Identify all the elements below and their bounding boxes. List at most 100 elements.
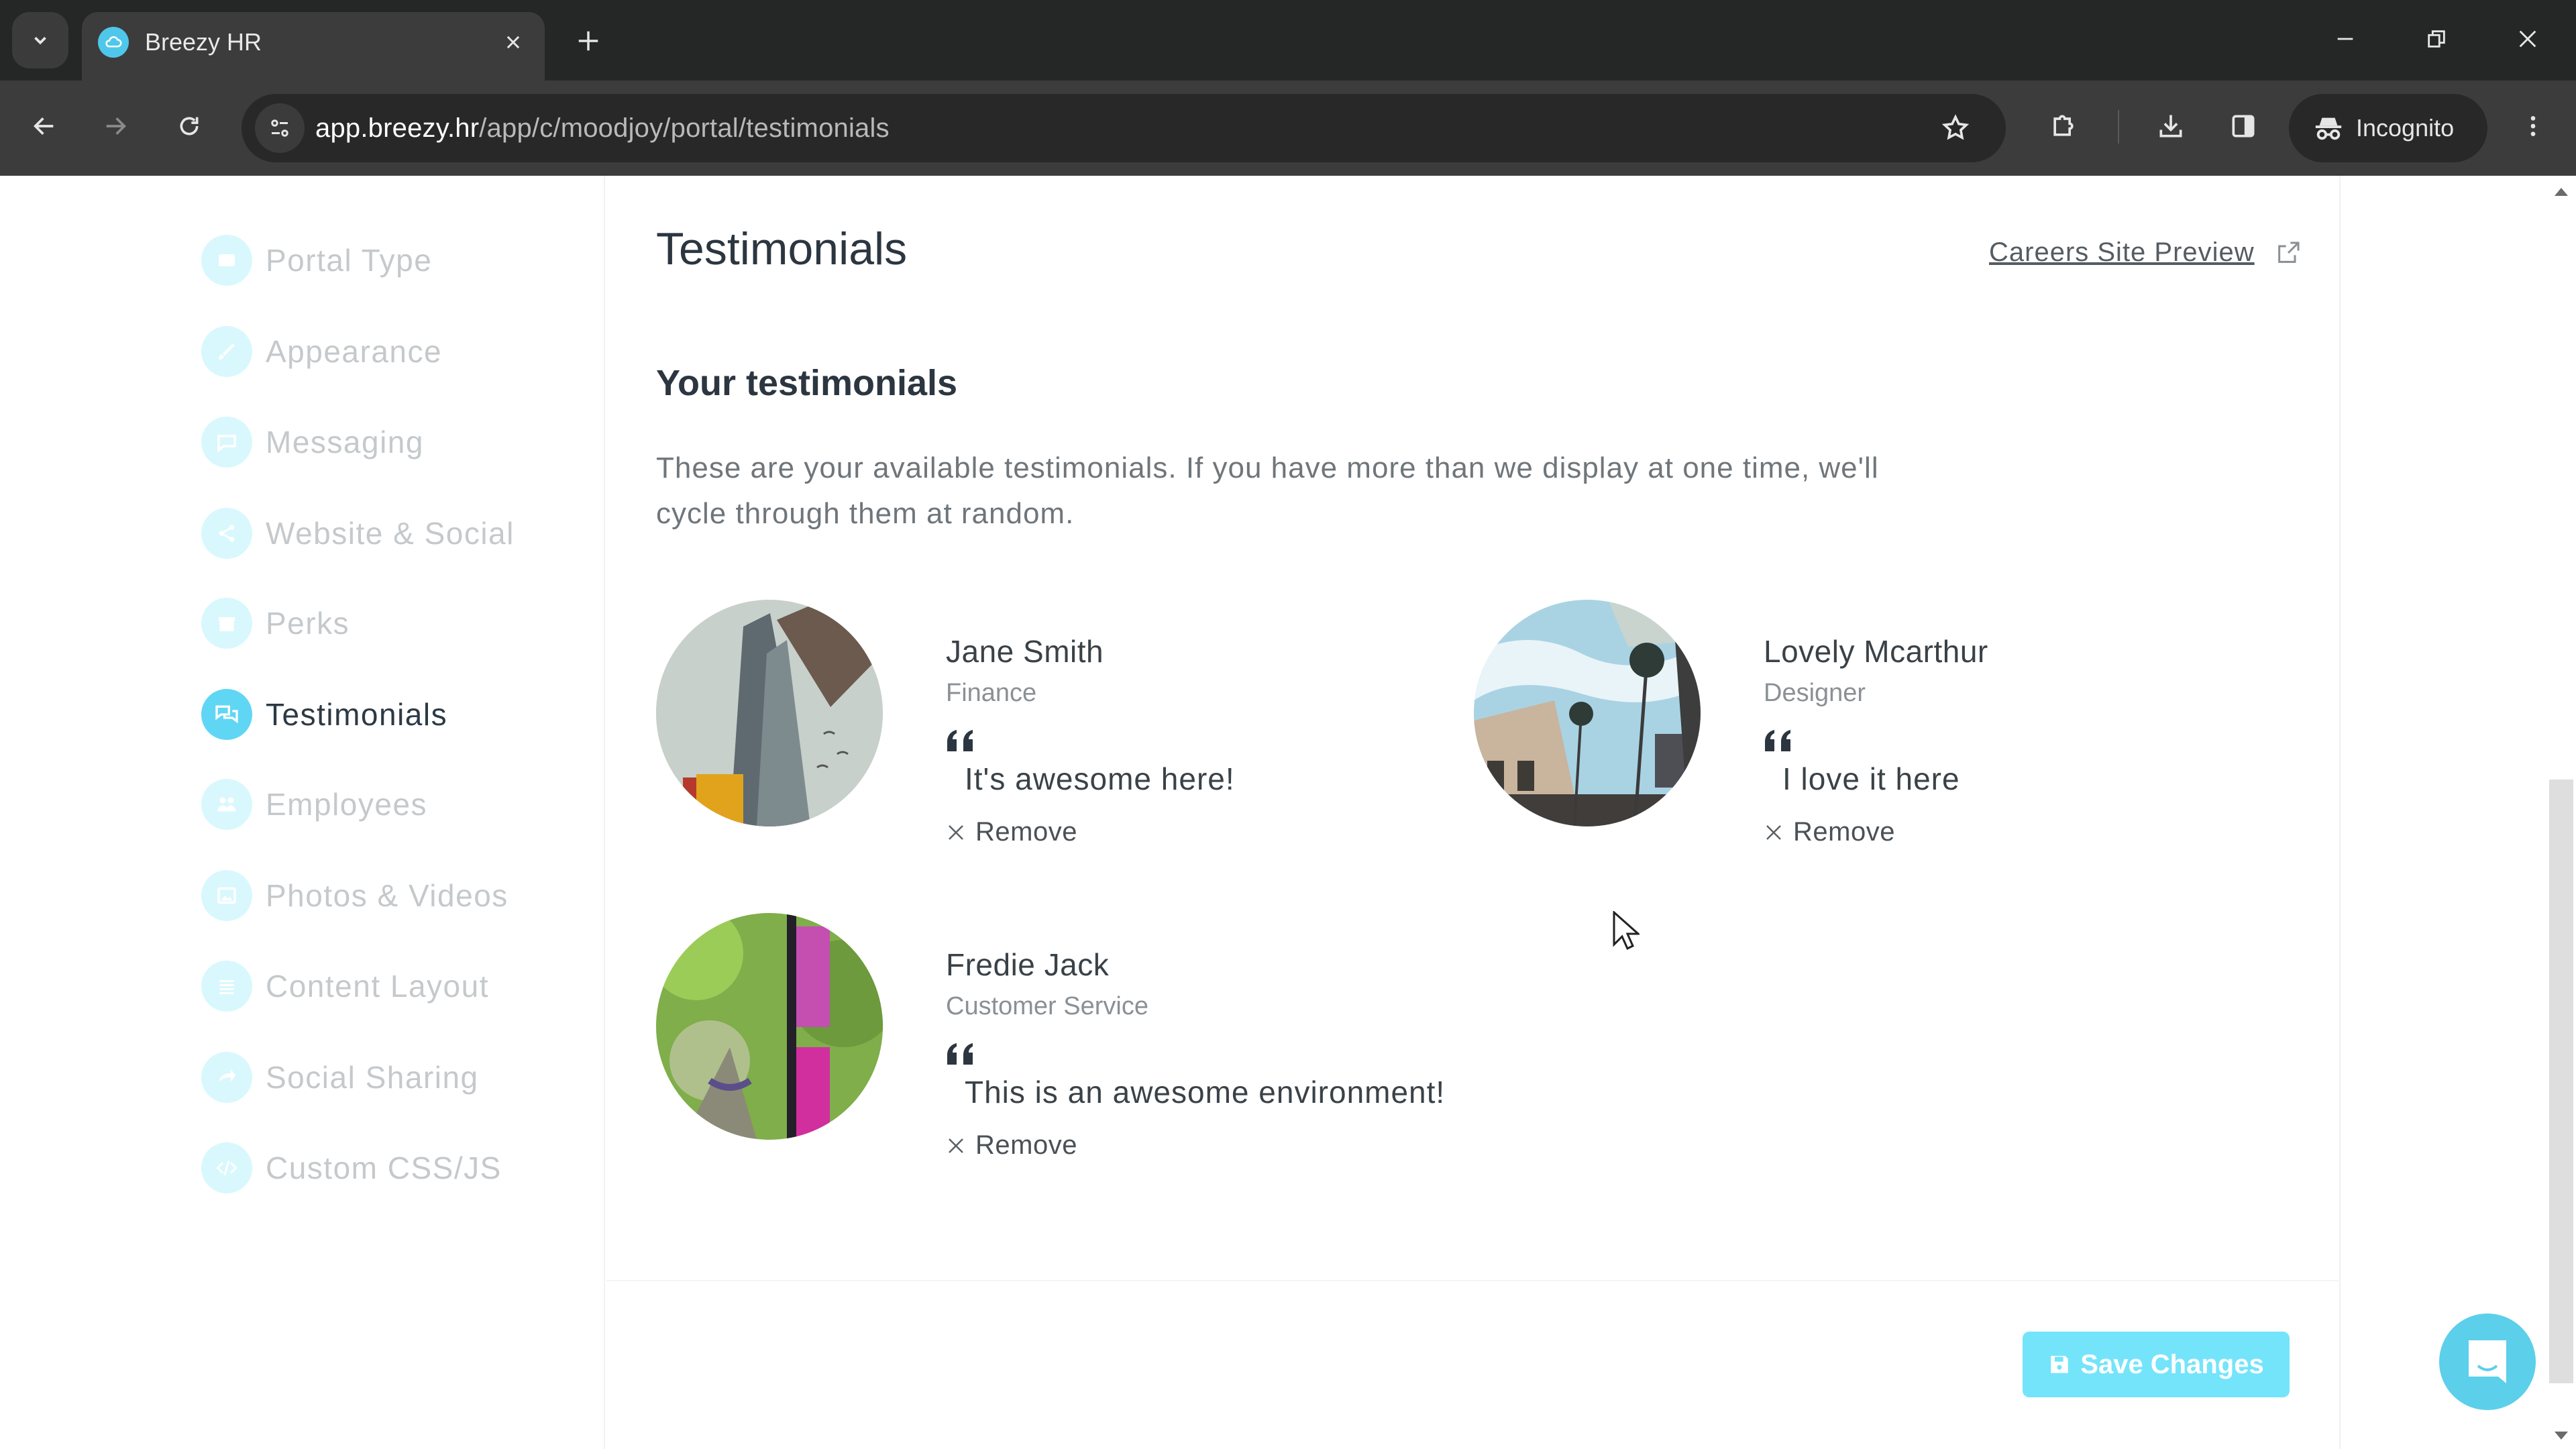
close-window-button[interactable] — [2501, 15, 2555, 63]
sidebar-item-messaging[interactable]: Messaging — [201, 415, 424, 469]
chat-icon — [2469, 1340, 2506, 1383]
scrollbar-thumb[interactable] — [2549, 780, 2573, 1383]
remove-label: Remove — [1793, 817, 1895, 847]
brush-icon — [201, 326, 252, 377]
sidebar-item-photos-videos[interactable]: Photos & Videos — [201, 869, 508, 922]
plus-icon — [578, 31, 598, 51]
panel-divider — [2339, 176, 2341, 1449]
testimonial-quote: This is an awesome environment! — [965, 1075, 1446, 1110]
site-info-button[interactable] — [255, 103, 305, 153]
page-scrollbar[interactable] — [2546, 176, 2576, 1449]
sidebar-item-content-layout[interactable]: Content Layout — [201, 959, 489, 1013]
photo-icon — [201, 870, 252, 921]
social-sharing-icon — [201, 1052, 252, 1103]
careers-site-preview-label: Careers Site Preview — [1989, 237, 2255, 267]
quote-icon — [1765, 730, 1790, 751]
testimonial-card: Lovely Mcarthur Designer I love it here … — [1474, 600, 2279, 847]
new-tab-button[interactable] — [570, 23, 606, 59]
incognito-profile-button[interactable]: Incognito — [2289, 94, 2487, 162]
browser-tab-bar: Breezy HR — [0, 0, 2576, 80]
sidebar-item-label: Messaging — [266, 425, 424, 460]
quote-icon — [947, 1043, 973, 1065]
back-button[interactable] — [19, 101, 70, 152]
sidebar-item-label: Custom CSS/JS — [266, 1150, 502, 1185]
url-path: /app/c/moodjoy/portal/testimonials — [479, 113, 890, 143]
forward-button[interactable] — [90, 101, 141, 152]
save-icon — [2051, 1356, 2069, 1373]
extensions-button[interactable] — [2038, 101, 2089, 152]
incognito-label: Incognito — [2356, 114, 2455, 142]
remove-testimonial-button[interactable]: Remove — [946, 1130, 1077, 1161]
toolbar-separator — [2118, 110, 2119, 144]
testimonial-name: Fredie Jack — [946, 947, 1110, 982]
chat-launcher-button[interactable] — [2439, 1313, 2536, 1410]
code-icon — [201, 1142, 252, 1193]
testimonials-icon — [201, 689, 252, 740]
restore-icon — [2428, 30, 2445, 48]
downloads-button[interactable] — [2145, 101, 2196, 152]
tab-close-button[interactable] — [498, 27, 529, 58]
close-icon — [949, 1138, 963, 1153]
scroll-up-arrow[interactable] — [2555, 188, 2568, 196]
page-content: Portal Type Appearance Messaging Website… — [0, 176, 2576, 1449]
arrow-right-icon — [106, 117, 126, 135]
portal-type-icon — [201, 235, 252, 286]
save-changes-button[interactable]: Save Changes — [2023, 1332, 2290, 1397]
url-host: app.breezy.hr — [315, 113, 480, 143]
arrow-left-icon — [34, 117, 54, 135]
sidebar-item-social-sharing[interactable]: Social Sharing — [201, 1051, 479, 1104]
sidebar-item-portal-type[interactable]: Portal Type — [201, 233, 432, 287]
testimonial-photo — [656, 600, 883, 826]
employees-icon — [201, 779, 252, 830]
testimonial-role: Finance — [946, 679, 1037, 707]
tune-icon — [271, 119, 288, 137]
testimonial-quote: I love it here — [1782, 761, 1960, 796]
testimonial-name: Jane Smith — [946, 634, 1104, 669]
mouse-cursor-icon — [1613, 911, 1640, 951]
sidebar-item-label: Perks — [266, 606, 350, 641]
address-bar[interactable]: app.breezy.hr/app/c/moodjoy/portal/testi… — [241, 94, 2006, 162]
restore-button[interactable] — [2410, 15, 2463, 63]
page-title: Testimonials — [656, 223, 908, 274]
sidebar-item-website-social[interactable]: Website & Social — [201, 506, 515, 560]
star-icon — [1941, 114, 1970, 140]
remove-testimonial-button[interactable]: Remove — [946, 817, 1077, 847]
close-icon — [506, 36, 520, 49]
sidebar-item-appearance[interactable]: Appearance — [201, 325, 442, 378]
testimonial-role: Customer Service — [946, 992, 1148, 1020]
testimonial-photo — [656, 913, 883, 1140]
remove-testimonial-button[interactable]: Remove — [1764, 817, 1895, 847]
side-panel-button[interactable] — [2218, 101, 2269, 152]
minimize-icon — [2337, 38, 2353, 40]
tab-search-button[interactable] — [12, 12, 68, 68]
reload-button[interactable] — [164, 101, 215, 152]
careers-site-preview-link[interactable]: Careers Site Preview — [1989, 237, 2302, 268]
close-icon — [949, 824, 963, 840]
browser-tab[interactable]: Breezy HR — [82, 12, 545, 80]
testimonial-quote: It's awesome here! — [965, 761, 1235, 796]
footer-divider — [606, 1280, 2339, 1281]
scroll-down-arrow[interactable] — [2555, 1432, 2568, 1440]
testimonial-photo — [1474, 600, 1701, 826]
browser-menu-button[interactable] — [2508, 101, 2559, 152]
sidebar-item-custom-css-js[interactable]: Custom CSS/JS — [201, 1141, 502, 1195]
puzzle-icon — [2053, 115, 2074, 136]
sidebar-item-perks[interactable]: Perks — [201, 596, 350, 650]
sidebar-item-label: Testimonials — [266, 697, 448, 732]
sidebar-item-label: Employees — [266, 787, 428, 822]
url-text: app.breezy.hr/app/c/moodjoy/portal/testi… — [315, 111, 890, 145]
quote-icon — [947, 730, 973, 751]
chat-bubble-icon — [201, 417, 252, 468]
close-icon — [1766, 824, 1781, 840]
minimize-button[interactable] — [2318, 15, 2372, 63]
remove-label: Remove — [975, 1130, 1077, 1160]
sidebar-divider — [604, 176, 605, 1449]
section-title: Your testimonials — [656, 363, 958, 403]
sidebar-item-employees[interactable]: Employees — [201, 777, 427, 831]
reload-icon — [180, 117, 199, 136]
download-icon — [2159, 115, 2182, 138]
section-description: These are your available testimonials. I… — [656, 451, 1879, 530]
close-icon — [2519, 30, 2536, 48]
sidebar-item-testimonials[interactable]: Testimonials — [201, 688, 447, 741]
bookmark-button[interactable] — [1935, 107, 1976, 149]
